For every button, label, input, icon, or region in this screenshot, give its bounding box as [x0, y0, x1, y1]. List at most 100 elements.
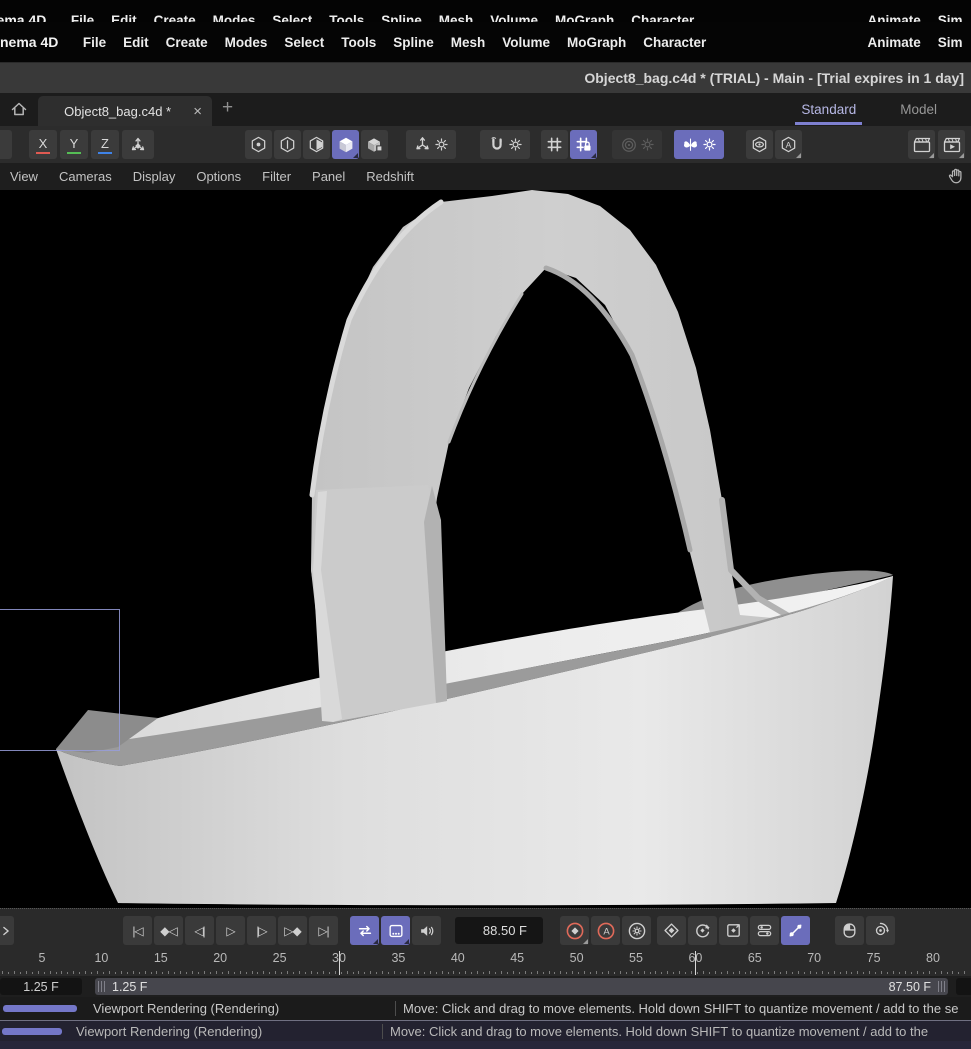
polygons-mode-button[interactable]: [303, 130, 330, 159]
ruler-frame-10: 10: [94, 951, 108, 965]
viewport-solo-button[interactable]: [746, 130, 773, 159]
keyframe-selection-button[interactable]: [622, 916, 651, 945]
points-mode-button[interactable]: [245, 130, 272, 159]
app-name[interactable]: nema 4D: [0, 34, 58, 50]
key-position-button[interactable]: [657, 916, 686, 945]
viewport-menu-redshift[interactable]: Redshift: [366, 169, 414, 184]
model-mode-icon: [336, 135, 356, 155]
menu-spline[interactable]: Spline: [393, 35, 434, 50]
workplane-button[interactable]: [541, 130, 568, 159]
key-parameters-button[interactable]: [750, 916, 779, 945]
lock-y-axis-button[interactable]: Y: [60, 130, 88, 159]
sound-toggle-button[interactable]: [412, 916, 441, 945]
menu-tools[interactable]: Tools: [341, 35, 376, 50]
ruler-tick: [531, 972, 532, 974]
menu-mesh[interactable]: Mesh: [451, 35, 486, 50]
range-slider[interactable]: 1.25 F 87.50 F: [95, 978, 948, 995]
ruler-tick: [448, 972, 449, 974]
snap-magnet-icon: [488, 136, 506, 154]
coordinate-system-button[interactable]: [122, 130, 154, 159]
viewport-menu-filter[interactable]: Filter: [262, 169, 291, 184]
clipped-expand-button[interactable]: [0, 916, 14, 945]
pan-hand-icon[interactable]: [946, 166, 967, 192]
lock-z-axis-button[interactable]: Z: [91, 130, 119, 159]
clipped-left-button[interactable]: [0, 130, 12, 159]
document-tab[interactable]: Object8_bag.c4d * ×: [38, 96, 212, 126]
ruler-tick: [61, 971, 62, 974]
record-rotation-button[interactable]: [866, 916, 895, 945]
viewport-menu-view[interactable]: View: [10, 169, 38, 184]
menu-character[interactable]: Character: [643, 35, 706, 50]
menu-sim[interactable]: Sim: [938, 35, 963, 50]
annotate-button[interactable]: A: [775, 130, 802, 159]
record-mouse-button[interactable]: [835, 916, 864, 945]
ruler-tick: [774, 971, 775, 974]
menu-file[interactable]: File: [83, 35, 106, 50]
play-button[interactable]: ▷: [216, 916, 245, 945]
layout-tab-model[interactable]: Model: [900, 93, 937, 126]
go-to-start-button[interactable]: |◁: [123, 916, 152, 945]
menu-modes[interactable]: Modes: [225, 35, 268, 50]
viewport-menu-cameras[interactable]: Cameras: [59, 169, 112, 184]
ruler-tick: [299, 971, 300, 974]
previous-key-button[interactable]: ◆◁: [154, 916, 183, 945]
ruler-tick: [869, 971, 870, 974]
ruler-tick: [804, 972, 805, 974]
current-frame-field[interactable]: 88.50 F: [455, 917, 543, 944]
render-view-button[interactable]: [908, 130, 935, 159]
home-icon[interactable]: [9, 99, 29, 119]
next-key-button[interactable]: ▷◆: [278, 916, 307, 945]
move-tool-settings-button[interactable]: [406, 130, 456, 159]
record-keyframe-button[interactable]: [560, 916, 589, 945]
ruler-tick: [465, 971, 466, 974]
menu-volume[interactable]: Volume: [502, 35, 550, 50]
menu-mograph[interactable]: MoGraph: [567, 35, 626, 50]
range-grip-right[interactable]: [938, 981, 945, 992]
menu-edit[interactable]: Edit: [123, 35, 149, 50]
ruler-tick: [483, 972, 484, 974]
ruler-tick: [905, 971, 906, 974]
preview-range-button[interactable]: [381, 916, 410, 945]
range-start-field[interactable]: 1.25 F: [0, 978, 82, 995]
range-grip-left[interactable]: [98, 981, 105, 992]
ruler-tick: [816, 972, 817, 974]
menu-create[interactable]: Create: [166, 35, 208, 50]
viewport-menu-options[interactable]: Options: [196, 169, 241, 184]
menu-select[interactable]: Select: [284, 35, 324, 50]
ruler-tick: [151, 972, 152, 974]
new-tab-button[interactable]: +: [222, 97, 233, 119]
ruler-tick: [364, 972, 365, 974]
previous-frame-button[interactable]: ◁|: [185, 916, 214, 945]
layout-tab-standard[interactable]: Standard: [801, 93, 856, 126]
object-axis-mode-button[interactable]: [361, 130, 388, 159]
ruler-tick: [8, 972, 9, 974]
lock-x-axis-button[interactable]: X: [29, 130, 57, 159]
key-psr-button[interactable]: [781, 916, 810, 945]
viewport-menu-display[interactable]: Display: [133, 169, 176, 184]
edges-mode-button[interactable]: [274, 130, 301, 159]
next-frame-button[interactable]: |▷: [247, 916, 276, 945]
falloff-settings-button[interactable]: [612, 130, 662, 159]
key-rotation-button[interactable]: [688, 916, 717, 945]
viewport-3d[interactable]: [0, 190, 971, 908]
go-to-end-button[interactable]: ▷|: [309, 916, 338, 945]
loop-playback-button[interactable]: [350, 916, 379, 945]
tab-close-icon[interactable]: ×: [193, 103, 202, 120]
autokey-button[interactable]: A: [591, 916, 620, 945]
timeline-ruler[interactable]: 5101520253035404550556065707580: [0, 950, 971, 976]
mouse-icon: [840, 921, 859, 940]
menu-animate[interactable]: Animate: [867, 35, 920, 50]
ruler-tick: [590, 972, 591, 974]
symmetry-settings-button[interactable]: [674, 130, 724, 159]
snap-settings-button[interactable]: [480, 130, 530, 159]
key-scale-button[interactable]: [719, 916, 748, 945]
cinema4d-window: nema 4D File Edit Create Modes Select Tools Sp…: [0, 0, 971, 1049]
edges-mode-icon: [278, 135, 297, 154]
render-settings-button[interactable]: [938, 130, 965, 159]
ruler-tick: [947, 972, 948, 974]
range-end-field[interactable]: [956, 978, 971, 995]
viewport-menu-panel[interactable]: Panel: [312, 169, 345, 184]
lock-workplane-button[interactable]: [570, 130, 597, 159]
ruler-tick: [139, 972, 140, 974]
model-mode-button[interactable]: [332, 130, 359, 159]
